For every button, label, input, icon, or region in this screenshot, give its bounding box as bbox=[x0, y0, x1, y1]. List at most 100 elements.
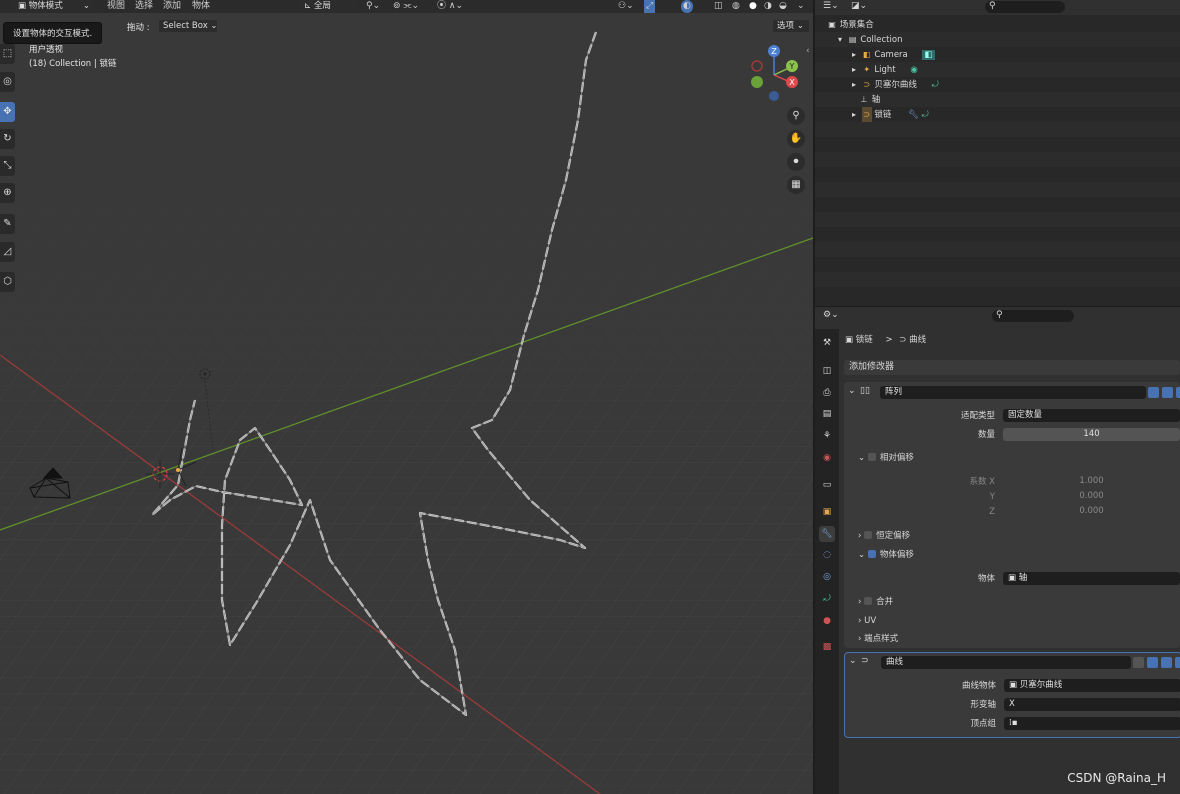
factor-z-field[interactable]: 0.000 bbox=[1003, 505, 1180, 518]
proportional-edit-icon[interactable]: ⦿ ∧⌄ bbox=[437, 0, 463, 13]
transform-tool-icon[interactable]: ⊕ bbox=[0, 183, 15, 203]
scene-tab-icon[interactable]: ⚘ bbox=[819, 428, 835, 444]
physics-tab-icon[interactable]: ◎ bbox=[819, 569, 835, 585]
menu-object[interactable]: 物体 bbox=[192, 0, 210, 13]
add-cube-tool-icon[interactable]: ⬡ bbox=[0, 272, 15, 292]
overlay-toggle-icon[interactable]: ◐ bbox=[681, 0, 693, 13]
curve-data-tab-icon[interactable]: ⤾ bbox=[819, 591, 835, 607]
viewport-toggle-icon[interactable] bbox=[1161, 657, 1172, 668]
viewport-toggle-icon[interactable] bbox=[1162, 387, 1173, 398]
orientation-dropdown[interactable]: ⊾ 全局 bbox=[300, 0, 358, 12]
relative-offset-checkbox[interactable] bbox=[867, 453, 876, 461]
on-cage-toggle-icon[interactable] bbox=[1133, 657, 1144, 668]
cursor-tool-icon[interactable]: ◎ bbox=[0, 72, 15, 92]
relative-offset-subpanel[interactable]: ⌄ 相对偏移 bbox=[858, 450, 1178, 467]
visibility-icon[interactable]: ⚇⌄ bbox=[618, 0, 634, 13]
expand-arrow-icon[interactable]: ▸ bbox=[849, 77, 859, 92]
outliner-row-bezier-curve[interactable]: ▸ ⊃ 贝塞尔曲线 ⤾ bbox=[815, 77, 1180, 92]
world-tab-icon[interactable]: ◉ bbox=[819, 450, 835, 466]
panel-collapse-arrow-icon[interactable]: ⌄ bbox=[848, 386, 856, 396]
merge-checkbox[interactable] bbox=[864, 597, 873, 605]
zoom-icon[interactable]: ⚲ bbox=[787, 107, 805, 125]
object-offset-checkbox[interactable] bbox=[867, 550, 876, 558]
constant-offset-checkbox[interactable] bbox=[864, 531, 873, 539]
editmode-toggle-icon[interactable] bbox=[1147, 657, 1158, 668]
viewport-canvas[interactable]: Z Y X bbox=[0, 0, 813, 794]
camera-data-icon[interactable]: ◧ bbox=[922, 50, 935, 60]
rotate-tool-icon[interactable]: ↻ bbox=[0, 129, 15, 149]
outliner-row-camera[interactable]: ▸ ◧ Camera ◧ bbox=[815, 47, 1180, 62]
menu-view[interactable]: 视图 bbox=[107, 0, 125, 13]
render-toggle-icon[interactable] bbox=[1175, 657, 1180, 668]
render-toggle-icon[interactable] bbox=[1176, 387, 1180, 398]
render-tab-icon[interactable]: ◫ bbox=[819, 363, 835, 379]
annotate-tool-icon[interactable]: ✎ bbox=[0, 214, 15, 234]
array-name-field[interactable]: 阵列 bbox=[880, 386, 1146, 399]
expand-arrow-icon[interactable]: ▸ bbox=[849, 47, 859, 62]
mode-dropdown[interactable]: ▣ 物体模式 ⌄ bbox=[14, 0, 94, 12]
outliner-row-axis[interactable]: ⊥ 轴 bbox=[815, 92, 1180, 107]
menu-add[interactable]: 添加 bbox=[163, 0, 181, 13]
ortho-grid-icon[interactable]: ▦ bbox=[787, 176, 805, 194]
offset-object-field[interactable]: ▣ 轴 bbox=[1003, 572, 1180, 585]
collapse-arrow-icon[interactable]: ‹ bbox=[806, 46, 810, 56]
merge-subpanel[interactable]: › 合并 bbox=[858, 594, 1178, 611]
factor-x-field[interactable]: 1.000 bbox=[1003, 475, 1180, 488]
pivot-icon[interactable]: ⚲⌄ bbox=[366, 0, 380, 13]
shading-options-icon[interactable]: ⌄ bbox=[797, 0, 805, 13]
display-mode-icon[interactable]: ☰⌄ bbox=[823, 1, 839, 11]
snap-icon[interactable]: ⊚ ⫘⌄ bbox=[393, 0, 419, 13]
drag-select-dropdown[interactable]: Select Box ⌄ bbox=[159, 20, 218, 32]
material-shading-icon[interactable]: ◑ bbox=[764, 0, 772, 13]
output-tab-icon[interactable]: ⎙ bbox=[819, 385, 835, 401]
expand-arrow-icon[interactable]: ▸ bbox=[849, 62, 859, 77]
curve-name-field[interactable]: 曲线 bbox=[881, 656, 1131, 669]
outliner-row-chain[interactable]: ▸ ⊃ 锁链 🔧︎ ⤾ bbox=[815, 107, 1180, 122]
fit-type-dropdown[interactable]: 固定数量 bbox=[1003, 409, 1180, 422]
caps-subpanel[interactable]: › 端点样式 bbox=[858, 631, 1178, 648]
constant-offset-subpanel[interactable]: › 恒定偏移 bbox=[858, 528, 1178, 545]
curve-data-icon[interactable]: ⤾ bbox=[932, 80, 939, 90]
filter-view-icon[interactable]: ◪⌄ bbox=[851, 1, 867, 11]
wrench-modifier-icon[interactable]: 🔧︎ bbox=[908, 110, 919, 120]
view-layer-tab-icon[interactable]: ▤ bbox=[819, 406, 835, 422]
properties-search-input[interactable]: ⚲ bbox=[992, 310, 1074, 322]
uv-subpanel[interactable]: › UV bbox=[858, 613, 1178, 630]
light-data-icon[interactable]: ◉ bbox=[910, 65, 917, 75]
count-field[interactable]: 140 bbox=[1003, 428, 1180, 441]
particles-tab-icon[interactable]: ◌ bbox=[819, 547, 835, 563]
expand-arrow-icon[interactable]: ▾ bbox=[835, 32, 845, 47]
outliner-row-collection[interactable]: ▾ ▤ Collection bbox=[815, 32, 1180, 47]
curve-object-field[interactable]: ▣ 贝塞尔曲线 bbox=[1004, 679, 1180, 692]
add-modifier-button[interactable]: 添加修改器 bbox=[844, 360, 1180, 375]
wireframe-shading-icon[interactable]: ◍ bbox=[732, 0, 740, 13]
scale-tool-icon[interactable]: ⤡ bbox=[0, 156, 15, 176]
editor-type-icon[interactable]: ⚙⌄ bbox=[823, 310, 839, 320]
outliner-row-scene-collection[interactable]: ▣ 场景集合 bbox=[815, 17, 1180, 32]
3d-viewport[interactable]: Z Y X ▣ 物体模式 ⌄ 视图 选择 添加 物体 ⊾ 全局 ⚲⌄ ⊚ ⫘⌄ ⦿… bbox=[0, 0, 813, 794]
rendered-shading-icon[interactable]: ◒ bbox=[779, 0, 787, 13]
move-tool-icon[interactable]: ✥ bbox=[0, 102, 15, 122]
collection-tab-icon[interactable]: ▭ bbox=[819, 477, 835, 493]
editmode-toggle-icon[interactable] bbox=[1148, 387, 1159, 398]
solid-shading-icon[interactable]: ● bbox=[749, 0, 757, 13]
measure-tool-icon[interactable]: ◿ bbox=[0, 242, 15, 262]
tool-tab-icon[interactable]: ⚒ bbox=[819, 335, 835, 351]
select-box-tool-icon[interactable]: ⬚ bbox=[0, 44, 15, 64]
modifier-tab-icon[interactable]: 🔧︎ bbox=[819, 526, 835, 542]
texture-tab-icon[interactable]: ▩ bbox=[819, 639, 835, 655]
options-dropdown[interactable]: 选项 ⌄ bbox=[773, 20, 809, 32]
panel-collapse-arrow-icon[interactable]: ⌄ bbox=[849, 656, 857, 666]
camera-view-icon[interactable]: ⏺ bbox=[787, 153, 805, 171]
outliner-row-light[interactable]: ▸ ✦ Light ◉ bbox=[815, 62, 1180, 77]
material-tab-icon[interactable]: ● bbox=[819, 613, 835, 629]
vertex-group-field[interactable]: ⁞▪ bbox=[1004, 717, 1180, 730]
curve-data-icon[interactable]: ⤾ bbox=[922, 110, 929, 120]
factor-y-field[interactable]: 0.000 bbox=[1003, 490, 1180, 503]
outliner-search-input[interactable]: ⚲ bbox=[985, 1, 1065, 13]
menu-select[interactable]: 选择 bbox=[135, 0, 153, 13]
expand-arrow-icon[interactable]: ▸ bbox=[849, 107, 859, 122]
object-tab-icon[interactable]: ▣ bbox=[819, 504, 835, 520]
gizmo-toggle-icon[interactable]: ⤢ bbox=[644, 0, 656, 13]
pan-hand-icon[interactable]: ✋ bbox=[787, 130, 805, 148]
